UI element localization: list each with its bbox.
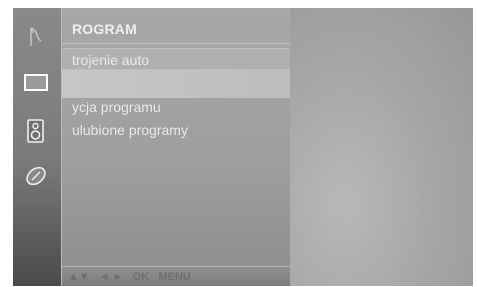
menu-item-favorite-programs[interactable]: ulubione programy: [62, 119, 290, 141]
ok-hint: OK: [132, 271, 150, 283]
program-menu-panel: ROGRAM trojenie auto ycja programu ulubi…: [61, 8, 291, 286]
background-area: [290, 8, 473, 286]
menu-hint: MENU: [158, 271, 191, 283]
menu-item-auto-tuning[interactable]: trojenie auto: [62, 48, 290, 70]
picture-icon[interactable]: [23, 70, 49, 96]
menu-item-selected-highlight[interactable]: [62, 70, 290, 98]
time-icon[interactable]: [23, 163, 49, 189]
category-sidebar: [13, 8, 61, 286]
navigation-hint-bar: ▲▼ ◄ ► OK MENU: [62, 266, 290, 286]
left-right-arrows-hint: ◄ ►: [98, 271, 124, 283]
menu-title: ROGRAM: [62, 14, 290, 44]
sound-icon[interactable]: [23, 118, 49, 144]
menu-item-program-edit[interactable]: ycja programu: [62, 96, 290, 118]
tv-screen: ROGRAM trojenie auto ycja programu ulubi…: [13, 8, 473, 286]
up-down-arrows-hint: ▲▼: [68, 271, 90, 283]
program-icon[interactable]: [23, 24, 49, 50]
